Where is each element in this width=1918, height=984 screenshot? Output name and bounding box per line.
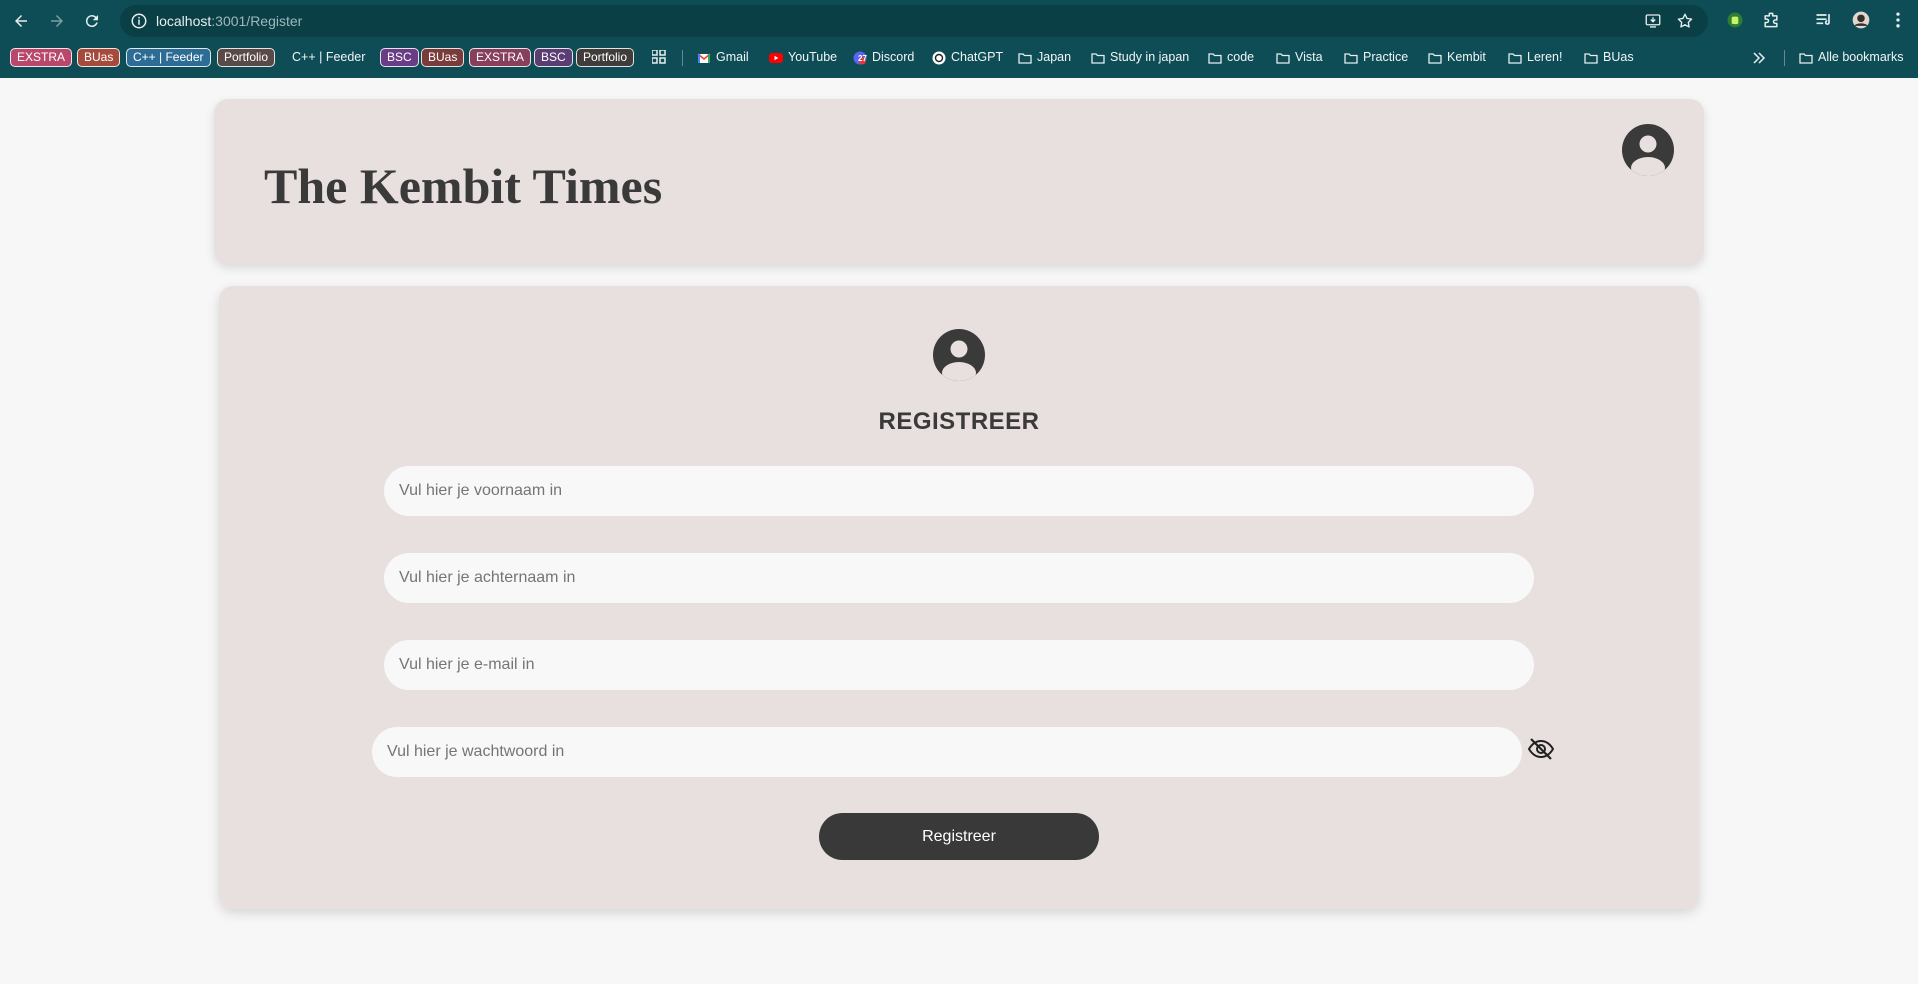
form-title: REGISTREER [878, 408, 1040, 435]
folder-icon [1276, 53, 1290, 64]
youtube-icon [769, 53, 783, 63]
url-host: localhost [156, 13, 212, 29]
last-name-input[interactable] [384, 553, 1534, 603]
bookmark-label: Practice [1363, 50, 1409, 64]
bookmark-tag[interactable]: EXSTRA [10, 48, 73, 67]
site-title: The Kembit Times [264, 158, 663, 214]
password-input[interactable] [372, 727, 1522, 777]
bookmark-label: code [1227, 50, 1255, 64]
site-header: The Kembit Times [214, 99, 1704, 264]
arrow-left-icon [15, 15, 27, 27]
eye-off-icon[interactable] [1527, 735, 1555, 763]
folder-icon [1091, 53, 1105, 64]
folder-icon [1018, 53, 1032, 64]
bookmark-label: Leren! [1527, 50, 1563, 64]
folder-icon [1799, 53, 1813, 64]
bookmark-tag[interactable]: BSC [380, 48, 419, 67]
apps-grid-icon[interactable] [652, 50, 666, 64]
bookmark-tag[interactable]: Portfolio [217, 48, 276, 67]
profile-avatar-icon[interactable] [1851, 10, 1871, 30]
chevron-double-right-icon[interactable] [1752, 51, 1766, 65]
bookmark-label: Gmail [716, 50, 749, 64]
address-bar[interactable]: localhost:3001/Register [120, 5, 1708, 37]
bookmark-tag[interactable]: C++ | Feeder [126, 48, 211, 67]
folder-icon [1208, 53, 1222, 64]
first-name-input[interactable] [384, 466, 1534, 516]
site-info-icon[interactable] [130, 12, 148, 30]
register-button[interactable]: Registreer [819, 813, 1099, 860]
bookmark-label: ChatGPT [951, 50, 1004, 64]
bookmark-separator [1784, 50, 1785, 66]
back-button[interactable] [9, 9, 33, 33]
bookmarks-bar: EXSTRA BUas C++ | Feeder Portfolio C++ |… [0, 46, 1918, 70]
bookmark-tag[interactable]: BUas [421, 48, 465, 67]
bookmark-label: Kembit [1447, 50, 1486, 64]
bookmark-separator [682, 50, 683, 66]
bookmark-label: YouTube [788, 50, 838, 64]
bookmark-label: Study in japan [1110, 50, 1190, 64]
reload-icon [85, 15, 98, 28]
discord-badge: 27 [858, 54, 867, 63]
register-form-card: REGISTREER Registreer [219, 286, 1699, 909]
chatgpt-icon [932, 51, 946, 65]
browser-chrome: localhost:3001/Register EXSTRA BUas C++ … [0, 0, 1918, 78]
bookmark-tag[interactable]: EXSTRA [469, 48, 532, 67]
gmail-icon [697, 53, 711, 63]
bookmark-tag[interactable]: BSC [534, 48, 573, 67]
folder-icon [1508, 53, 1522, 64]
bookmark-label: Japan [1037, 50, 1072, 64]
bookmark-tag[interactable]: BUas [77, 48, 121, 67]
url-path: :3001/Register [211, 13, 303, 29]
browser-toolbar: localhost:3001/Register [0, 0, 1918, 42]
folder-icon [1344, 53, 1358, 64]
bookmark-label: BUas [1603, 50, 1634, 64]
reading-list-icon[interactable] [1814, 10, 1834, 30]
folder-icon [1428, 53, 1442, 64]
extension-icon[interactable] [1725, 10, 1745, 30]
install-app-icon[interactable] [1644, 12, 1662, 30]
bookmark-label: Vista [1295, 50, 1323, 64]
folder-icon [1584, 53, 1598, 64]
user-avatar-icon [933, 329, 985, 381]
url-text[interactable]: localhost:3001/Register [156, 13, 302, 29]
arrow-right-icon [51, 15, 63, 27]
menu-dots-icon[interactable] [1888, 10, 1908, 30]
email-input[interactable] [384, 640, 1534, 690]
user-account-icon[interactable] [1622, 124, 1674, 176]
bookmark-label: Alle bookmarks [1818, 50, 1904, 64]
reload-button[interactable] [80, 9, 104, 33]
bookmark-label: Discord [872, 50, 915, 64]
puzzle-icon[interactable] [1761, 10, 1781, 30]
bookmark-tag[interactable]: C++ | Feeder [292, 48, 365, 67]
bookmark-tag[interactable]: Portfolio [576, 48, 635, 67]
forward-button[interactable] [45, 9, 69, 33]
star-icon[interactable] [1676, 12, 1694, 30]
